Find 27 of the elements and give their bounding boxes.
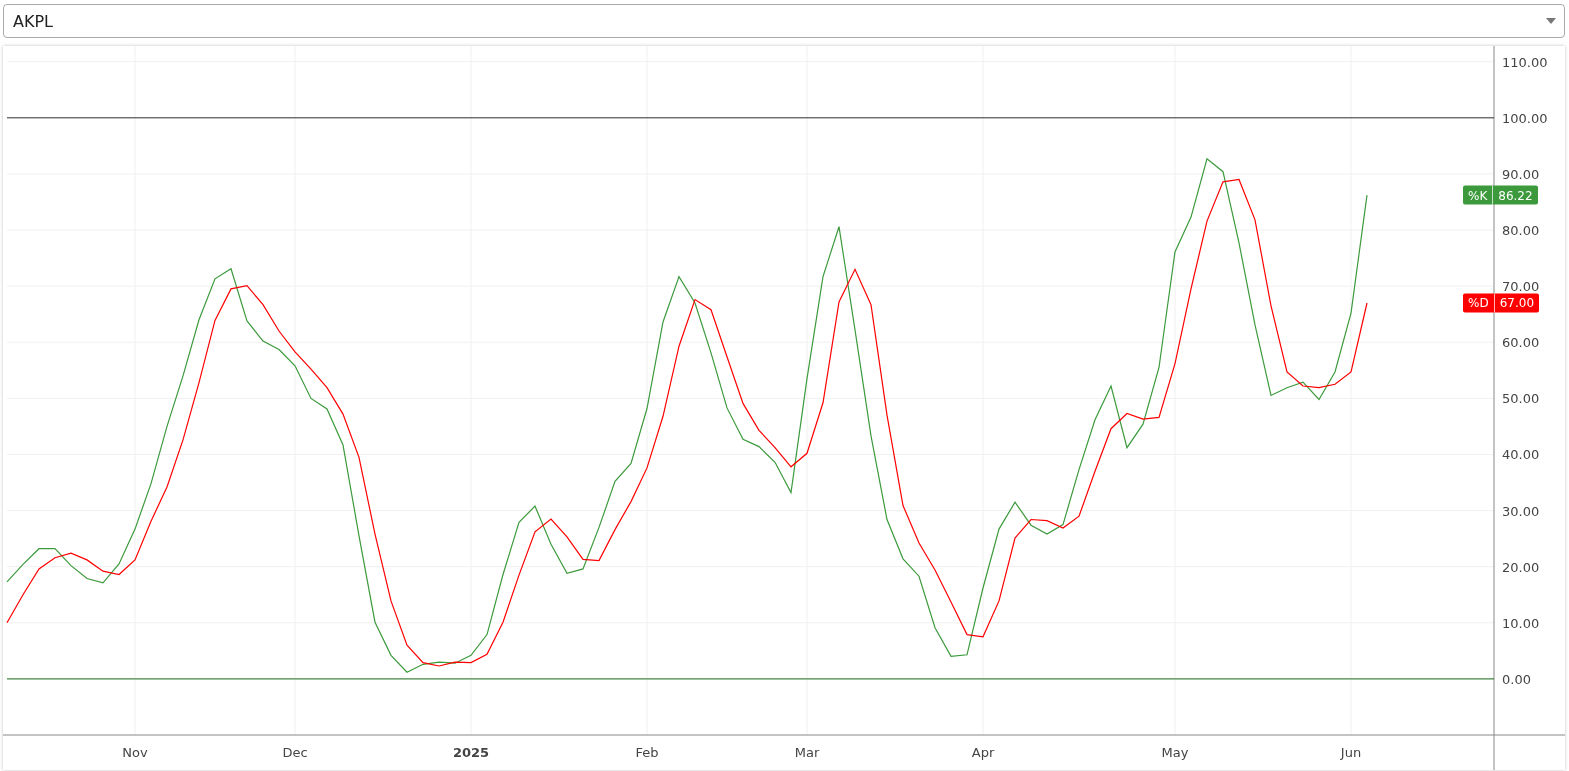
series-label: %D — [1463, 293, 1495, 313]
axis-label: 10.00 — [1502, 615, 1540, 631]
axis-label: 30.00 — [1502, 503, 1540, 519]
series-value: 67.00 — [1498, 294, 1535, 312]
axis-label: 20.00 — [1502, 559, 1540, 575]
axis-label: May — [1161, 745, 1189, 760]
axis-label: 40.00 — [1502, 447, 1540, 463]
axis-label: 0.00 — [1502, 671, 1531, 687]
axis-label: Mar — [794, 745, 820, 760]
select-value: AKPL — [13, 11, 53, 31]
axis-label: Nov — [122, 745, 148, 760]
symbol-select[interactable]: AKPL — [3, 4, 1565, 38]
axis-label: Apr — [971, 745, 995, 760]
caret-icon — [1546, 18, 1556, 24]
axis-label: 50.00 — [1502, 391, 1540, 407]
axis-label: Jun — [1340, 745, 1362, 760]
axis-label: 100.00 — [1502, 110, 1548, 126]
series-value: 86.22 — [1497, 187, 1534, 205]
series-label: %K — [1463, 185, 1494, 205]
axis-label: 2025 — [452, 745, 490, 760]
axis-label: 110.00 — [1502, 54, 1548, 70]
axis-label: 90.00 — [1502, 166, 1540, 182]
axis-label: 80.00 — [1502, 223, 1540, 239]
axis-label: 70.00 — [1502, 279, 1540, 295]
axis-label: Feb — [635, 745, 659, 760]
axis-label: Dec — [282, 745, 308, 760]
axis-label: 60.00 — [1502, 335, 1540, 351]
